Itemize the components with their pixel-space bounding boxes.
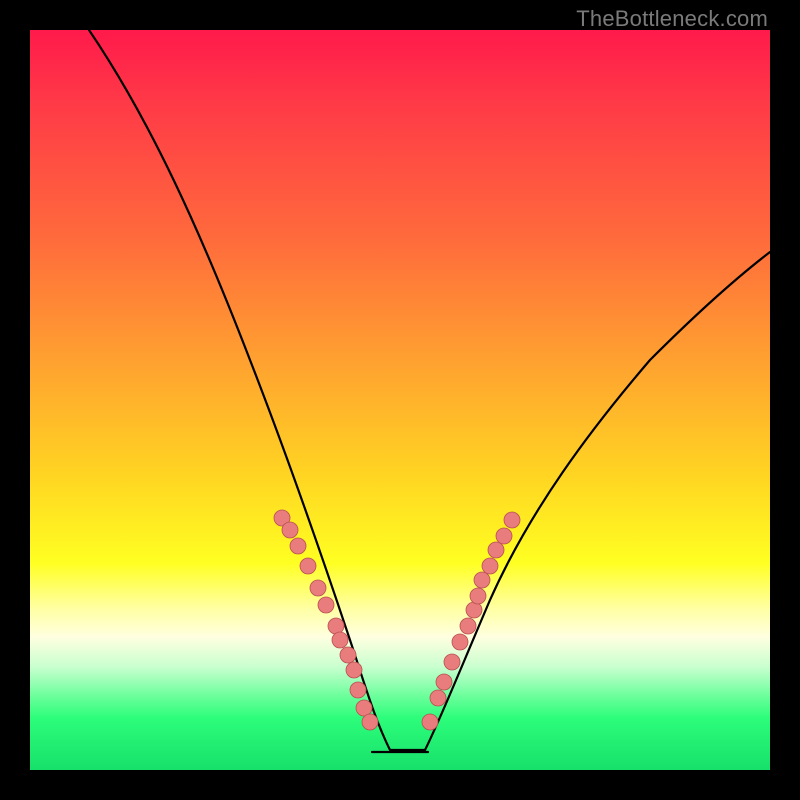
marker-dot: [350, 682, 366, 698]
marker-dot: [460, 618, 476, 634]
marker-dot: [346, 662, 362, 678]
watermark-text: TheBottleneck.com: [576, 6, 768, 32]
marker-dot: [362, 714, 378, 730]
marker-dot: [452, 634, 468, 650]
marker-dot: [310, 580, 326, 596]
marker-dot: [474, 572, 490, 588]
marker-dot: [504, 512, 520, 528]
marker-dot: [436, 674, 452, 690]
bottleneck-curve: [30, 30, 770, 770]
marker-dot: [356, 700, 372, 716]
marker-dot: [422, 714, 438, 730]
marker-dot: [482, 558, 498, 574]
chart-frame: TheBottleneck.com: [0, 0, 800, 800]
marker-dot: [340, 647, 356, 663]
marker-dot: [318, 597, 334, 613]
marker-dot: [282, 522, 298, 538]
marker-dot: [470, 588, 486, 604]
marker-dot: [430, 690, 446, 706]
marker-dot: [488, 542, 504, 558]
marker-dot: [290, 538, 306, 554]
curve-path: [89, 30, 770, 750]
marker-dot: [496, 528, 512, 544]
plot-area: [30, 30, 770, 770]
marker-dot: [328, 618, 344, 634]
marker-dot: [444, 654, 460, 670]
marker-dot: [332, 632, 348, 648]
marker-dot: [466, 602, 482, 618]
marker-dot: [300, 558, 316, 574]
